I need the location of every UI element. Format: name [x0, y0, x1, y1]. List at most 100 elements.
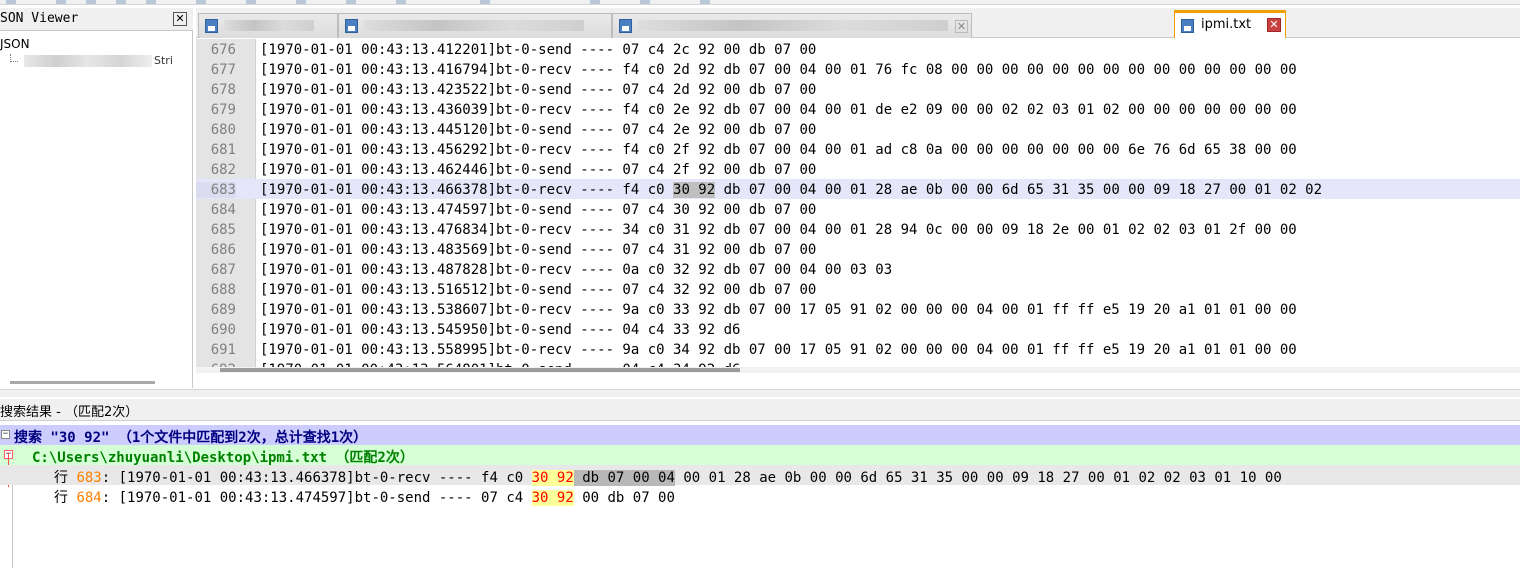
search-file-row[interactable]: − C:\Users\zhuyuanli\Desktop\ipmi.txt （匹…	[0, 445, 1520, 466]
line-text: [1970-01-01 00:43:13.436039]bt-0-recv --…	[260, 102, 1297, 118]
toolbar-button[interactable]	[296, 0, 306, 4]
line-number: 684	[210, 202, 236, 218]
line-text: [1970-01-01 00:43:13.474597]bt-0-send --…	[260, 202, 817, 218]
line-text: [1970-01-01 00:43:13.558995]bt-0-recv --…	[260, 342, 1297, 358]
line-text: [1970-01-01 00:43:13.476834]bt-0-recv --…	[260, 222, 1297, 238]
file-save-icon	[619, 19, 632, 33]
line-number: 691	[210, 342, 236, 358]
result-text-segment: 00 db 07 00	[573, 490, 675, 506]
editor-line[interactable]: 681 [1970-01-01 00:43:13.456292]bt-0-recv…	[196, 139, 1520, 159]
editor-line[interactable]: 690 [1970-01-01 00:43:13.545950]bt-0-send…	[196, 319, 1520, 339]
tab-bar: ✕ ipmi.txt ✕	[196, 8, 1520, 38]
json-tree-root[interactable]: JSON	[0, 37, 30, 51]
editor-line[interactable]: 676 [1970-01-01 00:43:13.412201]bt-0-send…	[196, 39, 1520, 59]
line-text: [1970-01-01 00:43:13.412201]bt-0-send --…	[260, 42, 817, 58]
file-save-icon	[345, 19, 358, 33]
result-text-segment: : [1970-01-01 00:43:13.474597]bt-0-send …	[101, 490, 532, 506]
search-result-text: 行 683: [1970-01-01 00:43:13.466378]bt-0-…	[54, 467, 1282, 487]
result-text-segment: : [1970-01-01 00:43:13.466378]bt-0-recv …	[101, 470, 532, 486]
line-text: [1970-01-01 00:43:13.487828]bt-0-recv --…	[260, 262, 893, 278]
line-number: 681	[210, 142, 236, 158]
search-results-title: 搜索结果 - （匹配2次）	[0, 405, 139, 420]
toolbar-button[interactable]	[116, 0, 126, 4]
editor-line[interactable]: 680 [1970-01-01 00:43:13.445120]bt-0-send…	[196, 119, 1520, 139]
line-number: 686	[210, 242, 236, 258]
toolbar-button[interactable]	[346, 0, 356, 4]
json-node-type-label: Stri	[154, 54, 173, 67]
editor-line[interactable]: 684 [1970-01-01 00:43:13.474597]bt-0-send…	[196, 199, 1520, 219]
tab-close-icon[interactable]: ✕	[1267, 18, 1281, 32]
line-number: 679	[210, 102, 236, 118]
redacted-node-label	[24, 55, 152, 67]
editor-line[interactable]: 679 [1970-01-01 00:43:13.436039]bt-0-recv…	[196, 99, 1520, 119]
toolbar-button[interactable]	[396, 0, 406, 4]
panel-splitter[interactable]	[0, 389, 1520, 397]
toolbar-button[interactable]	[56, 0, 66, 4]
line-text-segment: db 07 00 04 00 01 28 ae 0b 00 00 6d 65 3…	[715, 182, 1323, 198]
line-number: 690	[210, 322, 236, 338]
toolbar-button[interactable]	[640, 0, 650, 4]
line-text: [1970-01-01 00:43:13.483569]bt-0-send --…	[260, 242, 817, 258]
toolbar-button[interactable]	[590, 0, 600, 4]
editor-line[interactable]: 678 [1970-01-01 00:43:13.423522]bt-0-send…	[196, 79, 1520, 99]
editor-line[interactable]: 691 [1970-01-01 00:43:13.558995]bt-0-recv…	[196, 339, 1520, 359]
toolbar-button[interactable]	[6, 0, 16, 4]
line-text: [1970-01-01 00:43:13.516512]bt-0-send --…	[260, 282, 817, 298]
json-viewer-close-button[interactable]: ✕	[173, 12, 187, 26]
line-number: 685	[210, 222, 236, 238]
search-results-panel: − 搜索 "30 92" （1个文件中匹配到2次，总计查找1次） − C:\Us…	[0, 423, 1520, 568]
result-line-number: 683	[76, 470, 102, 486]
tab-ipmi-txt[interactable]: ipmi.txt ✕	[1174, 10, 1286, 38]
editor-line[interactable]: 685 [1970-01-01 00:43:13.476834]bt-0-recv…	[196, 219, 1520, 239]
search-result-line[interactable]: 行 684: [1970-01-01 00:43:13.474597]bt-0-…	[0, 485, 1520, 507]
search-query-row[interactable]: − 搜索 "30 92" （1个文件中匹配到2次，总计查找1次）	[0, 425, 1520, 446]
toolbar-button[interactable]	[196, 0, 206, 4]
editor-line[interactable]: 677 [1970-01-01 00:43:13.416794]bt-0-recv…	[196, 59, 1520, 79]
selected-text: 30 92	[673, 182, 716, 198]
line-number: 682	[210, 162, 236, 178]
text-editor[interactable]: 676 [1970-01-01 00:43:13.412201]bt-0-send…	[196, 39, 1520, 373]
search-result-text: 行 684: [1970-01-01 00:43:13.474597]bt-0-…	[54, 487, 675, 507]
line-text: [1970-01-01 00:43:13.416794]bt-0-recv --…	[260, 62, 1297, 78]
tab-redacted-2[interactable]	[338, 13, 612, 38]
line-number: 688	[210, 282, 236, 298]
toolbar-button[interactable]	[146, 0, 156, 4]
line-text: [1970-01-01 00:43:13.462446]bt-0-send --…	[260, 162, 817, 178]
tab-label: ipmi.txt	[1201, 17, 1252, 32]
result-line-label: 行	[54, 490, 68, 506]
toolbar-button[interactable]	[246, 0, 256, 4]
toolbar	[0, 0, 1520, 5]
tree-connector	[10, 54, 18, 62]
line-text-segment: [1970-01-01 00:43:13.466378]bt-0-recv --…	[260, 182, 674, 198]
tab-close-icon[interactable]: ✕	[955, 20, 968, 33]
editor-horizontal-scrollbar[interactable]	[220, 368, 740, 372]
result-selected-text: db 07 00 04	[573, 470, 675, 486]
line-text: [1970-01-01 00:43:13.423522]bt-0-send --…	[260, 82, 817, 98]
editor-line[interactable]: 682 [1970-01-01 00:43:13.462446]bt-0-send…	[196, 159, 1520, 179]
tab-redacted-3[interactable]: ✕	[612, 13, 972, 38]
editor-line[interactable]: 687 [1970-01-01 00:43:13.487828]bt-0-recv…	[196, 259, 1520, 279]
line-text: [1970-01-01 00:43:13.445120]bt-0-send --…	[260, 122, 817, 138]
result-text-segment: 00 01 28 ae 0b 00 00 6d 65 31 35 00 00 0…	[674, 470, 1282, 486]
editor-line[interactable]: 688 [1970-01-01 00:43:13.516512]bt-0-send…	[196, 279, 1520, 299]
redacted-tab-label	[224, 20, 314, 31]
result-line-number: 684	[76, 490, 102, 506]
toolbar-button[interactable]	[700, 0, 710, 4]
editor-line[interactable]: 689 [1970-01-01 00:43:13.538607]bt-0-recv…	[196, 299, 1520, 319]
json-viewer-scrollbar[interactable]	[10, 381, 155, 384]
tab-redacted-1[interactable]	[198, 13, 338, 38]
search-results-header: 搜索结果 - （匹配2次）	[0, 399, 1520, 421]
search-result-line[interactable]: 行 683: [1970-01-01 00:43:13.466378]bt-0-…	[0, 465, 1520, 487]
json-tree-node[interactable]: Stri	[10, 54, 192, 70]
json-viewer-header: SON Viewer ✕	[0, 8, 193, 31]
toolbar-button[interactable]	[86, 0, 96, 4]
editor-line[interactable]: 686 [1970-01-01 00:43:13.483569]bt-0-send…	[196, 239, 1520, 259]
line-text: [1970-01-01 00:43:13.456292]bt-0-recv --…	[260, 142, 1297, 158]
line-text: [1970-01-01 00:43:13.538607]bt-0-recv --…	[260, 302, 1297, 318]
editor-line[interactable]: 683 [1970-01-01 00:43:13.466378]bt-0-recv…	[196, 179, 1520, 199]
line-number: 676	[210, 42, 236, 58]
line-text: [1970-01-01 00:43:13.545950]bt-0-send --…	[260, 322, 741, 338]
toolbar-button[interactable]	[480, 0, 490, 4]
line-number: 677	[210, 62, 236, 78]
collapse-icon[interactable]: −	[1, 430, 10, 439]
